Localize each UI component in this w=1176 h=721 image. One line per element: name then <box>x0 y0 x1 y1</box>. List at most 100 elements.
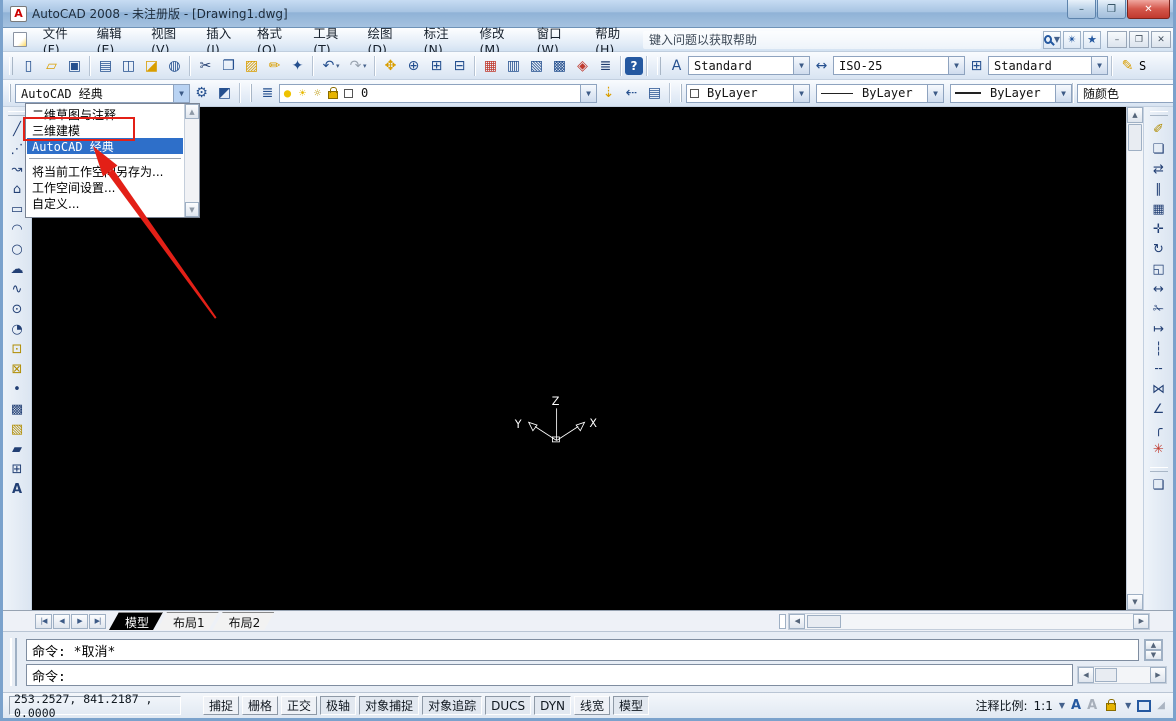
toggle-model[interactable]: 模型 <box>613 696 649 715</box>
ellipse-arc-icon[interactable]: ◔ <box>5 319 29 339</box>
scroll-up-icon[interactable]: ▲ <box>1127 107 1143 123</box>
search-button[interactable]: ▼ <box>1043 31 1061 49</box>
designcenter-icon[interactable]: ▥ <box>502 55 525 77</box>
publish-icon[interactable]: ◪ <box>140 55 163 77</box>
scroll-up-icon[interactable]: ▲ <box>185 104 199 119</box>
toggle-grid[interactable]: 栅格 <box>242 696 278 715</box>
block-editor-icon[interactable]: ✦ <box>286 55 309 77</box>
doc-minimize-button[interactable]: – <box>1107 31 1127 48</box>
toggle-polar[interactable]: 极轴 <box>320 696 356 715</box>
pan-icon[interactable]: ✥ <box>379 55 402 77</box>
toggle-osnap[interactable]: 对象捕捉 <box>359 696 419 715</box>
scroll-up-icon[interactable]: ▲ <box>1145 640 1162 650</box>
layer-previous-icon[interactable]: ⇠ <box>620 82 643 104</box>
break-icon[interactable]: ╌ <box>1147 359 1171 379</box>
paste-icon[interactable]: ▨ <box>240 55 263 77</box>
make-block-icon[interactable]: ⊠ <box>5 359 29 379</box>
erase-icon[interactable]: ✐ <box>1147 119 1171 139</box>
favorites-button[interactable]: ★ <box>1083 31 1101 49</box>
tab-model[interactable]: 模型 <box>109 612 163 630</box>
insert-block-icon[interactable]: ⊡ <box>5 339 29 359</box>
toolbar-lock-icon[interactable] <box>1106 703 1116 711</box>
ellipse-icon[interactable]: ⊙ <box>5 299 29 319</box>
chevron-down-icon[interactable]: ▼ <box>793 57 809 74</box>
chevron-down-icon[interactable]: ▼ <box>793 85 809 102</box>
new-icon[interactable]: ▯ <box>17 55 40 77</box>
annotation-autoscale-icon[interactable]: A <box>1087 698 1097 713</box>
layer-properties-icon[interactable]: ≣ <box>256 82 279 104</box>
doc-close-button[interactable]: ✕ <box>1151 31 1171 48</box>
join-icon[interactable]: ⋈ <box>1147 379 1171 399</box>
first-tab-icon[interactable]: |◀ <box>35 614 52 629</box>
workspace-combo[interactable]: AutoCAD 经典 ▼ <box>15 84 190 103</box>
array-icon[interactable]: ▦ <box>1147 199 1171 219</box>
toolbar-grip[interactable] <box>250 84 252 102</box>
cut-icon[interactable]: ✂ <box>194 55 217 77</box>
open-icon[interactable]: ▱ <box>40 55 63 77</box>
toggle-snap[interactable]: 捕捉 <box>203 696 239 715</box>
gradient-icon[interactable]: ▧ <box>5 419 29 439</box>
mirror-icon[interactable]: ⇄ <box>1147 159 1171 179</box>
move-icon[interactable]: ✛ <box>1147 219 1171 239</box>
scroll-right-icon[interactable]: ▶ <box>1133 614 1149 629</box>
scale-icon[interactable]: ◱ <box>1147 259 1171 279</box>
workspace-action-customize[interactable]: 自定义... <box>27 195 183 211</box>
color-combo[interactable]: ByLayer ▼ <box>686 84 810 103</box>
copy-object-icon[interactable]: ❏ <box>1147 139 1171 159</box>
toggle-dyn[interactable]: DYN <box>534 696 571 715</box>
command-history-scrollbar[interactable]: ▲ ▼ <box>1144 639 1163 661</box>
toolbar-grip[interactable] <box>1150 111 1168 116</box>
scroll-down-icon[interactable]: ▼ <box>1145 650 1162 660</box>
plot-preview-icon[interactable]: ◫ <box>117 55 140 77</box>
offset-icon[interactable]: ∥ <box>1147 179 1171 199</box>
horizontal-scrollbar[interactable]: ◀ ▶ <box>788 613 1150 630</box>
chevron-down-icon[interactable]: ▼ <box>173 85 189 102</box>
vertical-scrollbar[interactable]: ▲ ▼ <box>1126 107 1143 610</box>
vertical-scroll-thumb[interactable] <box>1128 124 1142 151</box>
pane-splitter[interactable] <box>779 614 786 629</box>
command-history[interactable]: 命令: *取消* <box>26 639 1139 661</box>
mtext-icon[interactable]: A <box>5 479 29 499</box>
zoom-realtime-icon[interactable]: ⊕ <box>402 55 425 77</box>
table-icon[interactable]: ⊞ <box>5 459 29 479</box>
undo-flyout-icon[interactable]: ▾ <box>336 62 344 70</box>
layer-on-bulb-icon[interactable]: ● <box>280 86 295 100</box>
3d-dwf-icon[interactable]: ◍ <box>163 55 186 77</box>
layer-states-icon[interactable]: ▤ <box>643 82 666 104</box>
my-workspace-icon[interactable]: ◩ <box>213 82 236 104</box>
annotation-scale-value[interactable]: 1:1 <box>1034 699 1053 713</box>
lock-dropdown-arrow-icon[interactable]: ▼ <box>1125 701 1131 710</box>
copy-icon[interactable]: ❐ <box>217 55 240 77</box>
toggle-otrack[interactable]: 对象追踪 <box>422 696 482 715</box>
zoom-previous-icon[interactable]: ⊟ <box>448 55 471 77</box>
style-extra-icon[interactable]: ✎ <box>1116 55 1139 77</box>
make-object-layer-current-icon[interactable]: ⇣ <box>597 82 620 104</box>
redo-flyout-icon[interactable]: ▾ <box>363 62 371 70</box>
annotation-scale-arrow-icon[interactable]: ▼ <box>1059 701 1065 710</box>
prev-tab-icon[interactable]: ◀ <box>53 614 70 629</box>
command-window-drag-handle[interactable] <box>10 638 17 686</box>
layer-color-swatch[interactable] <box>344 89 353 98</box>
help-search-input[interactable]: 键入问题以获取帮助 <box>643 31 1041 49</box>
hatch-icon[interactable]: ▩ <box>5 399 29 419</box>
chevron-down-icon[interactable]: ▼ <box>948 57 964 74</box>
draworder-icon[interactable]: ❑ <box>1147 475 1171 495</box>
extend-icon[interactable]: ↦ <box>1147 319 1171 339</box>
plot-icon[interactable]: ▤ <box>94 55 117 77</box>
command-horizontal-scrollbar[interactable]: ◀ ▶ <box>1077 666 1167 684</box>
toolbar-grip[interactable] <box>9 57 13 75</box>
layer-freeze-sun-icon[interactable]: ☀ <box>295 86 310 100</box>
toolbar-grip[interactable] <box>680 84 682 102</box>
lineweight-combo[interactable]: ByLayer ▼ <box>950 84 1072 103</box>
horizontal-scroll-thumb[interactable] <box>807 615 841 628</box>
workspace-action-settings[interactable]: 工作空间设置... <box>27 179 183 195</box>
zoom-window-icon[interactable]: ⊞ <box>425 55 448 77</box>
annotation-visibility-icon[interactable]: A <box>1071 698 1081 713</box>
command-scroll-thumb[interactable] <box>1095 668 1117 682</box>
close-button[interactable]: ✕ <box>1127 0 1170 19</box>
point-icon[interactable]: • <box>5 379 29 399</box>
last-tab-icon[interactable]: ▶| <box>89 614 106 629</box>
new-sheet-icon[interactable] <box>13 32 27 47</box>
scroll-left-icon[interactable]: ◀ <box>789 614 805 629</box>
text-style-combo[interactable]: Standard ▼ <box>688 56 810 75</box>
